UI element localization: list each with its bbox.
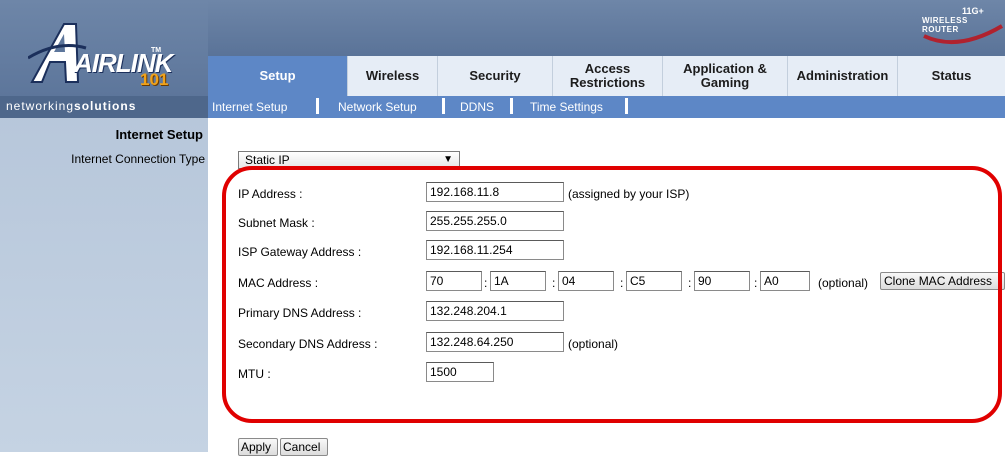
logo-trademark: TM [151, 47, 162, 54]
main-tab-bar: Setup Wireless Security Access Restricti… [208, 56, 1005, 96]
tab-label: Status [931, 68, 972, 83]
tab-setup[interactable]: Setup [208, 56, 348, 96]
tab-label: Security [469, 68, 521, 83]
subnav-network-setup[interactable]: Network Setup [338, 100, 417, 114]
tagline-light: networking [6, 99, 75, 113]
cancel-button[interactable]: Cancel [280, 438, 328, 456]
badge-11g: 11G+ [962, 6, 984, 16]
tab-administration[interactable]: Administration [788, 56, 898, 96]
logo-number: 101 [140, 70, 169, 89]
tab-label: Gaming [700, 75, 750, 90]
tab-label: Wireless [365, 68, 420, 83]
tab-access-restrictions[interactable]: Access Restrictions [553, 56, 663, 96]
connection-type-value: Static IP [245, 153, 290, 167]
apply-button[interactable]: Apply [238, 438, 278, 456]
tab-security[interactable]: Security [438, 56, 553, 96]
sub-nav: Internet Setup Network Setup DDNS Time S… [208, 96, 1005, 118]
tab-application-gaming[interactable]: Application & Gaming [663, 56, 788, 96]
subnav-divider [510, 98, 513, 114]
highlight-annotation [222, 166, 1002, 423]
subnav-internet-setup[interactable]: Internet Setup [212, 100, 287, 114]
subnav-time-settings[interactable]: Time Settings [530, 100, 603, 114]
subnav-divider [316, 98, 319, 114]
tab-status[interactable]: Status [898, 56, 1005, 96]
tab-label: Access [584, 61, 631, 76]
badge-wireless-router: WIRELESS ROUTER [922, 16, 968, 34]
section-title: Internet Setup [115, 127, 203, 142]
tagline-bold: solutions [74, 99, 137, 113]
airlink-logo: AIRLINK TM 101 [0, 0, 208, 96]
tab-label: Administration [796, 68, 889, 83]
tab-wireless[interactable]: Wireless [348, 56, 438, 96]
tab-label: Setup [259, 68, 296, 83]
subnav-divider [625, 98, 628, 114]
tab-label: Application & [683, 61, 767, 76]
tab-label: Restrictions [569, 75, 646, 90]
connection-type-label: Internet Connection Type [71, 152, 205, 166]
wireless-router-badge: 11G+ WIRELESS ROUTER [918, 6, 1005, 48]
subnav-divider [442, 98, 445, 114]
tagline: networkingsolutions [0, 96, 208, 118]
subnav-ddns[interactable]: DDNS [460, 100, 494, 114]
